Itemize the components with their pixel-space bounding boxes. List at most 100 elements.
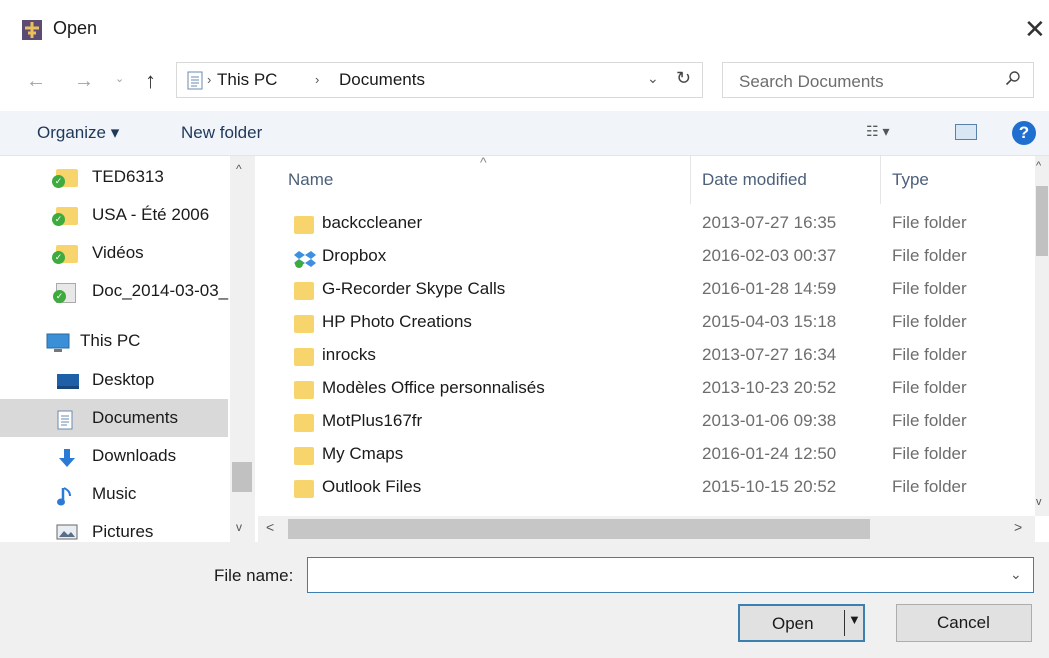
back-arrow-icon[interactable]: ← [26,70,46,93]
scroll-down-icon[interactable]: v [236,520,242,534]
nav-item-label: USA - Été 2006 [92,205,210,224]
music-icon [56,486,78,506]
nav-item-label: Doc_2014-03-03_ [92,281,229,300]
file-row[interactable]: Dropbox 2016-02-03 00:37 File folder [288,241,1033,274]
scroll-left-icon[interactable]: < [266,519,274,535]
documents-icon [56,410,78,430]
command-toolbar: Organize ▾ New folder ☷ ▾ ? [0,111,1049,156]
nav-item-pictures[interactable]: Pictures [0,513,228,542]
file-row-partial[interactable] [288,508,1033,516]
file-list: Name ^ Date modified Type backccleaner 2… [258,156,1035,516]
file-name-input[interactable] [316,565,1000,587]
file-row[interactable]: My Cmaps 2016-01-24 12:50 File folder [288,439,1033,472]
nav-item-doc-2014-03-03[interactable]: ✓ Doc_2014-03-03_ [0,272,228,310]
file-name-dropdown-icon[interactable]: ⌄ [1010,566,1022,583]
breadcrumb-separator: › [207,72,212,87]
file-type: File folder [892,279,967,298]
nav-pane-scrollbar[interactable]: ^ v [230,156,255,542]
folder-icon [294,216,314,234]
nav-item-music[interactable]: Music [0,475,228,513]
file-date: 2016-02-03 00:37 [702,246,837,265]
file-list-vertical-scrollbar[interactable]: ^ v [1035,156,1049,516]
desktop-icon [56,372,79,390]
scrollbar-thumb[interactable] [288,519,870,539]
file-date: 2013-07-27 16:35 [702,213,837,232]
scroll-up-icon[interactable]: ^ [1036,160,1041,172]
new-folder-button[interactable]: New folder [181,123,262,143]
open-dropdown-arrow-icon[interactable]: ▼ [848,612,861,627]
nav-item-videos[interactable]: ✓ Vidéos [0,234,228,272]
folder-icon [294,282,314,300]
breadcrumb-separator[interactable]: › [315,72,319,87]
scroll-down-icon[interactable]: v [1036,496,1042,508]
file-type: File folder [892,246,967,265]
folder-icon [294,348,314,366]
file-name: Dropbox [322,246,387,265]
file-list-horizontal-scrollbar[interactable]: < > [258,516,1035,542]
close-icon[interactable]: ✕ [1024,14,1049,44]
nav-item-this-pc[interactable]: This PC [0,322,228,360]
preview-pane-icon[interactable] [955,124,977,140]
downloads-icon [56,448,78,467]
scrollbar-thumb[interactable] [1036,186,1048,256]
search-box[interactable] [722,62,1034,98]
breadcrumb-this-pc[interactable]: This PC [217,70,277,90]
address-dropdown-icon[interactable]: ⌄ [647,70,659,87]
up-arrow-icon[interactable]: ↑ [145,68,156,94]
organize-button[interactable]: Organize ▾ [37,123,119,143]
refresh-icon[interactable]: ↻ [676,68,691,89]
file-type: File folder [892,312,967,331]
column-header-type[interactable]: Type [892,170,929,190]
title-bar: Open ✕ [0,0,1049,58]
scroll-up-icon[interactable]: ^ [236,162,242,176]
change-view-button[interactable]: ☷ ▾ [866,123,889,140]
computer-icon [46,333,70,352]
column-divider[interactable] [690,156,691,204]
dropbox-icon [294,249,316,268]
folder-sync-icon: ✓ [52,245,78,264]
file-row[interactable]: MotPlus167fr 2013-01-06 09:38 File folde… [288,406,1033,439]
nav-item-downloads[interactable]: Downloads [0,437,228,475]
nav-item-label: Downloads [92,446,177,465]
address-bar[interactable]: › This PC › Documents ⌄ ↻ [176,62,703,98]
file-date: 2013-01-06 09:38 [702,411,837,430]
file-row[interactable]: Outlook Files 2015-10-15 20:52 File fold… [288,472,1033,505]
search-icon[interactable] [1005,70,1021,91]
nav-item-desktop[interactable]: Desktop [0,361,228,399]
file-row[interactable]: G-Recorder Skype Calls 2016-01-28 14:59 … [288,274,1033,307]
folder-icon [294,447,314,465]
cancel-button-label: Cancel [937,613,990,632]
scrollbar-thumb[interactable] [232,462,252,492]
file-type: File folder [892,411,967,430]
forward-arrow-icon[interactable]: → [74,70,94,93]
file-type: File folder [892,444,967,463]
nav-item-usa-ete-2006[interactable]: ✓ USA - Été 2006 [0,196,228,234]
nav-item-ted6313[interactable]: ✓ TED6313 [0,158,228,196]
file-name: My Cmaps [322,444,404,463]
file-row[interactable]: inrocks 2013-07-27 16:34 File folder [288,340,1033,373]
scroll-right-icon[interactable]: > [1014,519,1022,535]
nav-item-label: Music [92,484,137,503]
file-name: MotPlus167fr [322,411,423,430]
column-header-date-modified[interactable]: Date modified [702,170,807,190]
file-row[interactable]: Modèles Office personnalisés 2013-10-23 … [288,373,1033,406]
file-name: G-Recorder Skype Calls [322,279,506,298]
column-divider[interactable] [880,156,881,204]
help-icon[interactable]: ? [1012,121,1036,145]
file-type: File folder [892,213,967,232]
nav-item-documents[interactable]: Documents [0,399,228,437]
file-row[interactable]: HP Photo Creations 2015-04-03 15:18 File… [288,307,1033,340]
recent-locations-chevron-icon[interactable]: ⌄ [115,72,124,85]
column-header-name[interactable]: Name [288,170,333,190]
nav-item-label: Pictures [92,522,154,541]
split-divider [844,610,845,636]
breadcrumb-documents[interactable]: Documents [339,70,425,90]
file-name-combobox[interactable]: ⌄ [307,557,1034,593]
documents-icon [187,71,203,90]
cancel-button[interactable]: Cancel [896,604,1032,642]
file-type: File folder [892,477,967,496]
file-row[interactable]: backccleaner 2013-07-27 16:35 File folde… [288,208,1033,241]
file-date: 2013-07-27 16:34 [702,345,837,364]
search-input[interactable] [737,71,991,93]
open-button[interactable]: Open ▼ [738,604,865,642]
